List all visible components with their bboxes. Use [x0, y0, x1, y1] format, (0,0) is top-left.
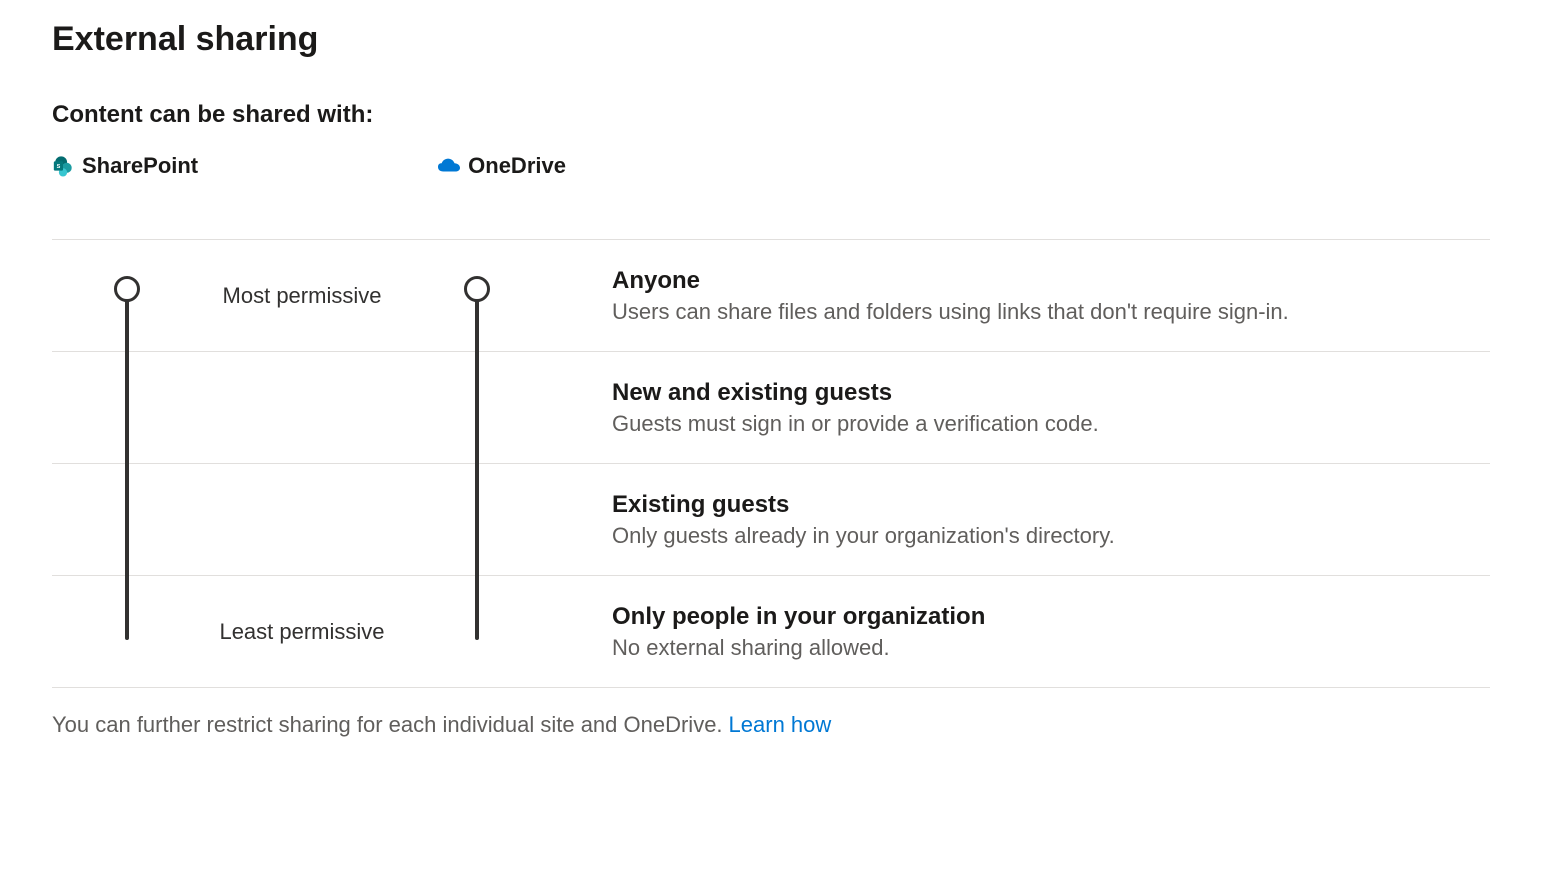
- page-subtitle: Content can be shared with:: [52, 101, 1490, 129]
- slider-section: Most permissive Anyone Users can share f…: [52, 239, 1490, 688]
- slider-row-0: Most permissive Anyone Users can share f…: [52, 240, 1490, 352]
- service-onedrive: OneDrive: [438, 153, 566, 179]
- learn-how-link[interactable]: Learn how: [729, 712, 832, 738]
- level-desc-3: Only people in your organization No exte…: [552, 576, 1490, 687]
- level-description-anyone: Users can share files and folders using …: [612, 299, 1490, 325]
- slider-onedrive-column: [402, 240, 552, 351]
- slider-handle-onedrive[interactable]: [464, 276, 490, 302]
- level-title-anyone: Anyone: [612, 267, 1490, 295]
- service-label-sharepoint: SharePoint: [82, 153, 198, 179]
- level-title-new-guests: New and existing guests: [612, 379, 1490, 407]
- slider-row-3: Least permissive Only people in your org…: [52, 576, 1490, 688]
- level-description-new-guests: Guests must sign in or provide a verific…: [612, 411, 1490, 437]
- svg-text:S: S: [57, 164, 61, 170]
- service-label-onedrive: OneDrive: [468, 153, 566, 179]
- service-row: S SharePoint OneDrive: [52, 153, 1490, 179]
- level-desc-1: New and existing guests Guests must sign…: [552, 352, 1490, 463]
- level-desc-2: Existing guests Only guests already in y…: [552, 464, 1490, 575]
- slider-bottom-label: Least permissive: [202, 576, 402, 687]
- level-title-existing-guests: Existing guests: [612, 491, 1490, 519]
- slider-top-label: Most permissive: [202, 240, 402, 351]
- level-desc-0: Anyone Users can share files and folders…: [552, 240, 1490, 351]
- level-description-org-only: No external sharing allowed.: [612, 635, 1490, 661]
- footer-text: You can further restrict sharing for eac…: [52, 712, 1490, 738]
- sharepoint-icon: S: [52, 155, 74, 177]
- service-sharepoint: S SharePoint: [52, 153, 198, 179]
- slider-row-1: New and existing guests Guests must sign…: [52, 352, 1490, 464]
- level-description-existing-guests: Only guests already in your organization…: [612, 523, 1490, 549]
- footer-message: You can further restrict sharing for eac…: [52, 712, 723, 738]
- slider-sharepoint-column: [52, 240, 202, 351]
- page-title: External sharing: [52, 20, 1490, 59]
- level-title-org-only: Only people in your organization: [612, 603, 1490, 631]
- onedrive-icon: [438, 155, 460, 177]
- slider-row-2: Existing guests Only guests already in y…: [52, 464, 1490, 576]
- slider-handle-sharepoint[interactable]: [114, 276, 140, 302]
